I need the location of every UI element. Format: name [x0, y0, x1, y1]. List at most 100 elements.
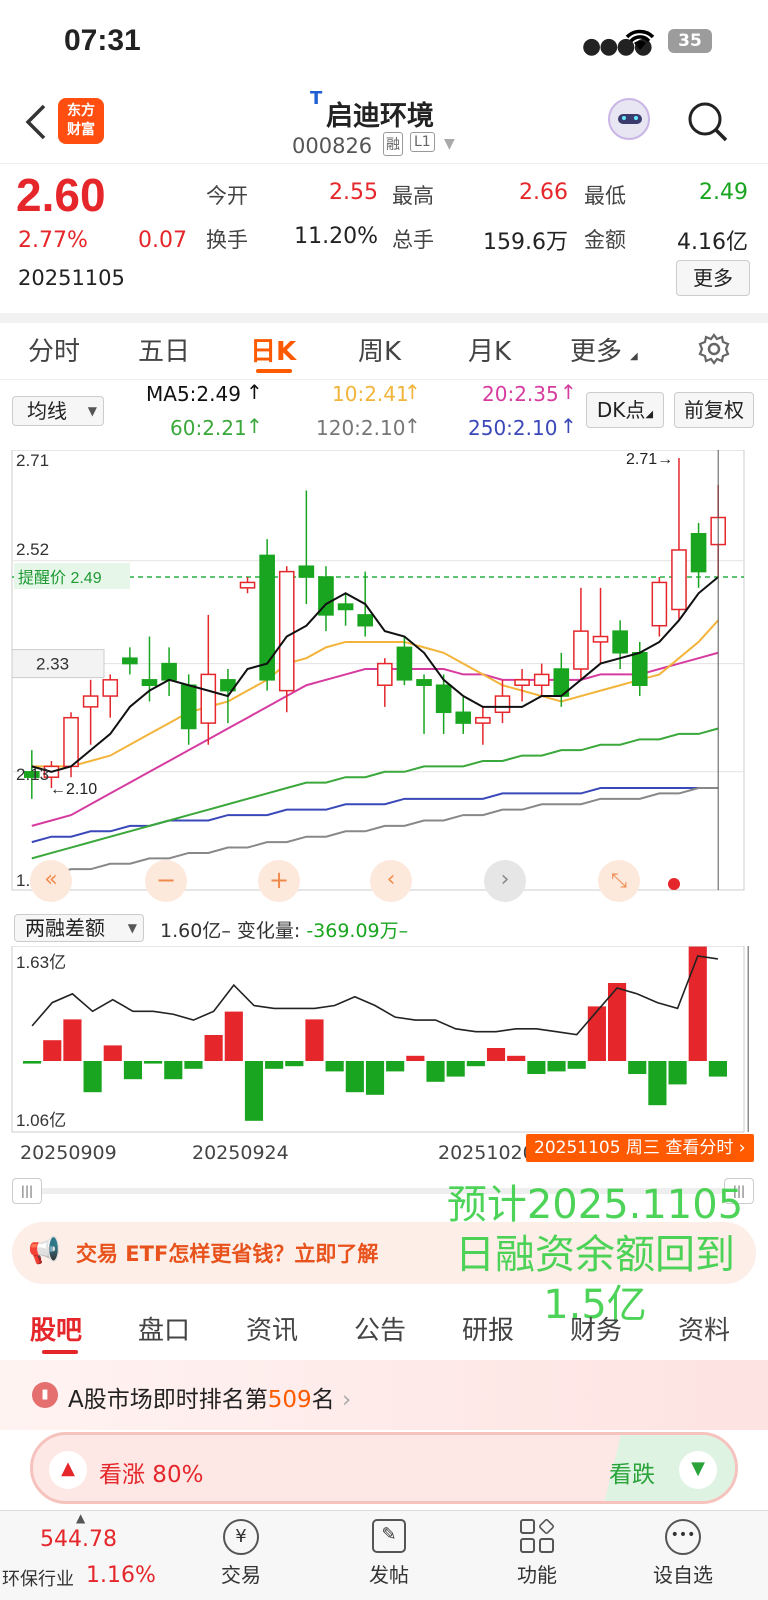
sector-name[interactable]: 环保行业 [2, 1565, 74, 1591]
margin-diff-bar [466, 1061, 485, 1067]
dk-point-label: DK点 [596, 398, 646, 422]
search-icon[interactable] [686, 100, 730, 144]
margin-diff-bar [688, 946, 707, 1061]
margin-diff-bar [507, 1055, 526, 1061]
candle-body [63, 716, 79, 768]
tab-five-day[interactable]: 五日 [138, 331, 190, 368]
scroll-right-icon[interactable]: › [484, 860, 526, 902]
ad-text: 交易 ETF怎样更省钱？立即了解 [76, 1242, 379, 1266]
candle-body [278, 570, 295, 692]
margin-diff-bar [164, 1061, 183, 1080]
candle-body [337, 603, 354, 611]
candle-body [612, 630, 628, 654]
function-button[interactable]: 功能 [492, 1518, 582, 1588]
more-button[interactable]: 更多 [676, 260, 750, 296]
margin-diff-bar [648, 1061, 667, 1106]
up-arrow-icons: ↑ [560, 380, 577, 404]
rank-chart-icon: ▮ [32, 1382, 58, 1408]
bear-button[interactable]: ▼ [679, 1451, 717, 1489]
grid-icon [520, 1518, 555, 1553]
margin-diff-bar [43, 1040, 62, 1061]
tab-monthly-k[interactable]: 月K [468, 331, 511, 368]
back-icon[interactable] [22, 102, 48, 142]
function-label: 功能 [517, 1563, 557, 1587]
app-logo[interactable]: 东方 财富 [58, 98, 104, 144]
add-watchlist-button[interactable]: ••• 设自选 [638, 1519, 728, 1588]
trade-icon: ¥ [223, 1519, 259, 1555]
sector-index-value[interactable]: 544.78 [40, 1527, 117, 1552]
tab-intraday[interactable]: 分时 [28, 331, 80, 368]
candle-body [180, 684, 197, 730]
margin-diff-bar [204, 1035, 223, 1061]
sector-pct[interactable]: 1.16% [86, 1563, 156, 1588]
megaphone-icon: 📢 [28, 1236, 61, 1266]
adjust-button[interactable]: 前复权 [674, 392, 754, 428]
tab-more[interactable]: 更多 [570, 331, 622, 368]
candle-body [82, 695, 99, 708]
trade-button[interactable]: ¥ 交易 [196, 1519, 286, 1588]
crosshair-date-tag[interactable]: 20251105 周三 查看分时 › [526, 1134, 754, 1162]
margin-diff-bar [63, 1019, 82, 1061]
margin-balance-chart[interactable]: 1.63亿 1.06亿 [0, 946, 768, 1136]
tab-more-triangle-icon: ◢ [630, 351, 638, 362]
volume-value: 159.6万 [483, 230, 568, 255]
bull-button[interactable]: ▲ [49, 1451, 87, 1489]
dk-point-button[interactable]: DK点◢ [586, 392, 664, 428]
ma5-label: MA5:2.49 [146, 382, 241, 406]
volume-label: 总手 [392, 228, 434, 252]
tab-announcements[interactable]: 公告 [354, 1310, 406, 1347]
bear-label[interactable]: 看跌 [609, 1455, 655, 1489]
ma120-label: 120:2.10 [316, 416, 406, 440]
logo-text: 东方 财富 [67, 103, 95, 138]
indicator-selector-label: 均线 [27, 399, 67, 423]
post-button[interactable]: ✎ 发帖 [344, 1519, 434, 1588]
title-prefix: T [310, 88, 323, 109]
margin-diff-bar [144, 1061, 163, 1064]
wifi-icon [625, 29, 655, 50]
rank-section[interactable]: ▮ A股市场即时排名第509名 › [0, 1360, 768, 1430]
x-label: 20250924 [192, 1142, 289, 1164]
rank-text: A股市场即时排名第509名 › [68, 1380, 351, 1414]
add-watchlist-label: 设自选 [653, 1563, 713, 1587]
candle-body [298, 565, 315, 578]
margin-diff-bar [224, 1011, 243, 1061]
quote-panel: 2.60 2.77% 0.07 20251105 今开 2.55 最高 2.66… [0, 164, 768, 314]
section-gap [0, 313, 768, 323]
indicator-selector[interactable]: 均线 ▼ [12, 396, 104, 426]
tab-forum-underline [42, 1350, 78, 1354]
scroll-left-icon[interactable]: ‹ [370, 860, 412, 902]
alert-dot [668, 878, 680, 890]
candlestick-chart[interactable]: 2.712.522.332.131.93提醒价 2.492.71→←2.10 [0, 450, 768, 910]
fullscreen-icon[interactable]: ⤡ [598, 860, 640, 902]
sub-indicator-selector[interactable]: 两融差额 ▼ [14, 914, 144, 942]
level-badge: L1 [410, 132, 435, 152]
crosshair-date-text: 20251105 周三 查看分时 [534, 1138, 734, 1158]
tab-weekly-k[interactable]: 周K [358, 331, 401, 368]
ma20-label: 20:2.35 [482, 382, 559, 406]
tab-forum[interactable]: 股吧 [30, 1310, 82, 1347]
candle-body [376, 662, 393, 686]
change-amount: 0.07 [138, 228, 187, 253]
low-value: 2.49 [699, 180, 748, 205]
tab-orderbook[interactable]: 盘口 [138, 1310, 190, 1347]
tab-research[interactable]: 研报 [462, 1310, 514, 1347]
header: 东方 财富 T 启迪环境 000826 融 L1 ▼ [0, 84, 768, 164]
scroll-handle-left[interactable]: ||| [12, 1178, 42, 1204]
expand-up-icon[interactable]: ▲ [76, 1511, 85, 1525]
tab-finance[interactable]: 财务 [570, 1310, 622, 1347]
settings-gear-icon[interactable] [698, 333, 730, 365]
zoom-in-icon[interactable]: + [258, 860, 300, 902]
zoom-fast-left-icon[interactable]: « [30, 860, 72, 902]
turnover-value: 11.20% [294, 224, 378, 249]
zoom-out-icon[interactable]: − [145, 860, 187, 902]
tab-daily-k[interactable]: 日K [250, 331, 296, 368]
status-bar: 07:31 ●●●● 35 [0, 0, 768, 84]
margin-diff-bar [103, 1045, 122, 1061]
x-axis: 20250909 20250924 20251020 20251103 2025… [0, 1134, 768, 1172]
bull-label[interactable]: 看涨 80% [99, 1455, 203, 1489]
margin-diff-bar [305, 1019, 324, 1061]
dropdown-triangle-icon[interactable]: ▼ [444, 136, 455, 152]
robot-assistant-icon[interactable] [608, 98, 650, 140]
tab-news[interactable]: 资讯 [246, 1310, 298, 1347]
tab-profile[interactable]: 资料 [678, 1310, 730, 1347]
